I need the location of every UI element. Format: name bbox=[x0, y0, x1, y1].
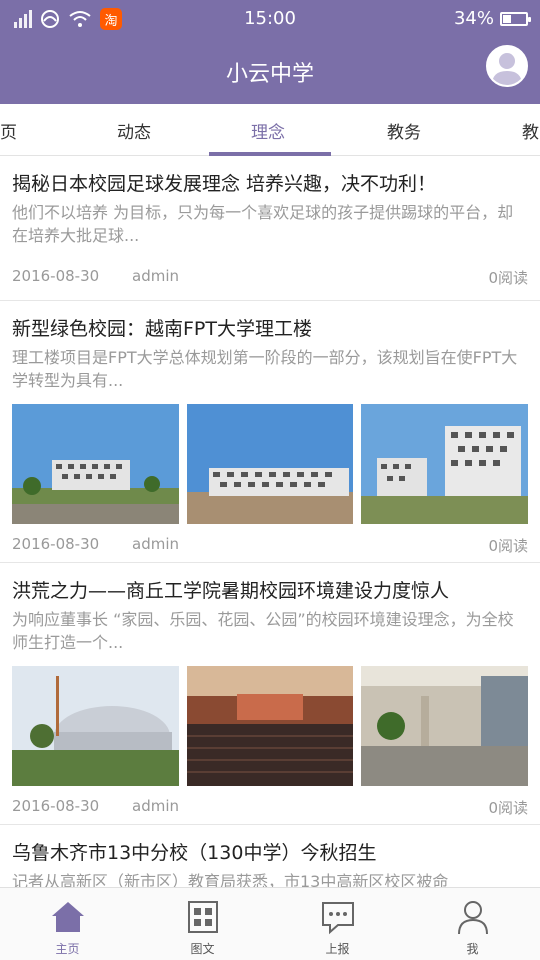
tab-philosophy[interactable]: 理念 bbox=[251, 118, 285, 143]
campus-photo[interactable] bbox=[12, 666, 179, 786]
battery-icon bbox=[500, 11, 531, 26]
article-reads: 0阅读 bbox=[488, 537, 528, 555]
nav-me-label: 我 bbox=[466, 942, 479, 956]
article-reads: 0阅读 bbox=[488, 799, 528, 817]
category-tabs: 页 动态 理念 教务 教 bbox=[0, 104, 540, 156]
article-title[interactable]: 新型绿色校园：越南FPT大学理工楼 bbox=[12, 301, 528, 342]
building-photo[interactable] bbox=[12, 404, 179, 524]
nav-report[interactable]: 上报 bbox=[270, 888, 405, 960]
lobby-photo[interactable] bbox=[361, 666, 529, 786]
tab-teaching-partial[interactable]: 教 bbox=[522, 118, 539, 143]
user-avatar-icon[interactable] bbox=[486, 45, 528, 87]
home-icon bbox=[51, 902, 84, 932]
article-meta: 2016-08-30 admin 0阅读 bbox=[12, 786, 528, 824]
nav-me[interactable]: 我 bbox=[405, 888, 540, 960]
article-date: 2016-08-30 bbox=[12, 797, 100, 815]
article-list: 揭秘日本校园足球发展理念 培养兴趣，决不功利！ 他们不以培养 为目标，只为每一个… bbox=[0, 156, 540, 887]
article-title[interactable]: 乌鲁木齐市13中分校（130中学）今秋招生 bbox=[12, 825, 528, 866]
nav-home-label: 主页 bbox=[55, 942, 80, 956]
article-summary: 记者从高新区（新市区）教育局获悉，市13中高新区校区被命 bbox=[12, 872, 449, 887]
tab-home-partial[interactable]: 页 bbox=[0, 118, 17, 143]
nav-gallery-label: 图文 bbox=[190, 942, 215, 956]
grid-icon bbox=[187, 901, 218, 933]
nav-report-label: 上报 bbox=[325, 942, 350, 956]
list-item[interactable]: 洪荒之力——商丘工学院暑期校园环境建设力度惊人 为响应董事长 “家园、乐园、花园… bbox=[0, 563, 540, 825]
tab-news[interactable]: 动态 bbox=[117, 118, 151, 143]
article-thumbnails bbox=[12, 666, 529, 786]
auditorium-photo[interactable] bbox=[186, 666, 354, 786]
list-item[interactable]: 乌鲁木齐市13中分校（130中学）今秋招生 记者从高新区（新市区）教育局获悉，市… bbox=[0, 825, 540, 887]
article-meta: 2016-08-30 admin 0阅读 bbox=[12, 524, 528, 562]
article-date: 2016-08-30 bbox=[12, 535, 100, 553]
tab-academic[interactable]: 教务 bbox=[387, 118, 421, 143]
article-thumbnails bbox=[12, 404, 529, 524]
article-title[interactable]: 揭秘日本校园足球发展理念 培养兴趣，决不功利！ bbox=[12, 156, 528, 197]
article-meta: 2016-08-30 admin 0阅读 bbox=[12, 256, 528, 294]
article-summary: 为响应董事长 “家园、乐园、花园、公园”的校园环境建设理念，为全校师生打造一个.… bbox=[12, 610, 514, 652]
person-icon bbox=[457, 901, 488, 935]
building-photo[interactable] bbox=[361, 404, 529, 524]
page-title: 小云中学 bbox=[225, 62, 314, 87]
nav-home[interactable]: 主页 bbox=[0, 888, 135, 960]
article-reads: 0阅读 bbox=[488, 269, 528, 287]
chat-icon bbox=[321, 902, 354, 935]
article-summary: 他们不以培养 为目标，只为每一个喜欢足球的孩子提供踢球的平台，却在培养大批足球.… bbox=[12, 203, 514, 245]
bottom-nav: 主页 图文 上报 我 bbox=[0, 887, 540, 960]
article-author: admin bbox=[132, 535, 179, 553]
list-item[interactable]: 新型绿色校园：越南FPT大学理工楼 理工楼项目是FPT大学总体规划第一阶段的一部… bbox=[0, 301, 540, 563]
list-item[interactable]: 揭秘日本校园足球发展理念 培养兴趣，决不功利！ 他们不以培养 为目标，只为每一个… bbox=[0, 156, 540, 301]
article-title[interactable]: 洪荒之力——商丘工学院暑期校园环境建设力度惊人 bbox=[12, 563, 528, 604]
battery-percent: 34% bbox=[453, 8, 494, 29]
status-bar: 淘 15:00 34% bbox=[0, 0, 540, 38]
article-author: admin bbox=[132, 267, 179, 285]
article-date: 2016-08-30 bbox=[12, 267, 100, 285]
article-author: admin bbox=[132, 797, 179, 815]
status-right: 34% bbox=[453, 8, 531, 29]
building-photo[interactable] bbox=[186, 404, 354, 524]
article-summary: 理工楼项目是FPT大学总体规划第一阶段的一部分，该规划旨在使FPT大学转型为具有… bbox=[12, 348, 518, 390]
app-header: 小云中学 bbox=[0, 38, 540, 104]
nav-gallery[interactable]: 图文 bbox=[135, 888, 270, 960]
